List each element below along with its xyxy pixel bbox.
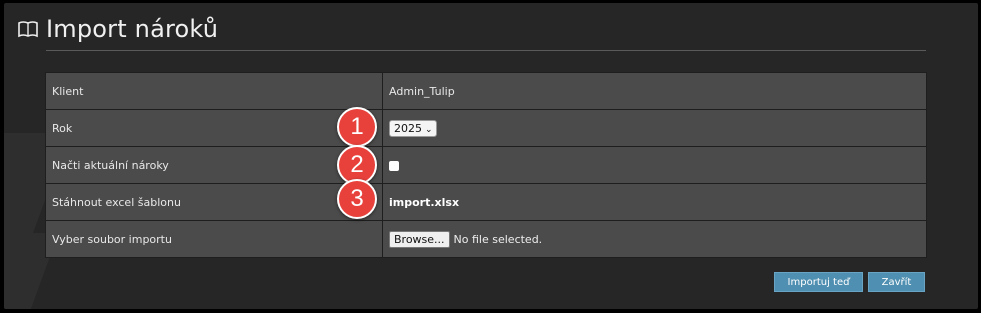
year-select[interactable]: 2025 ⌄ (389, 119, 437, 137)
dialog-window: Import nároků Klient Admin_Tulip Rok 202… (4, 3, 978, 309)
year-select-value: 2025 (394, 121, 422, 135)
load-current-cell (382, 146, 927, 184)
client-value: Admin_Tulip (382, 72, 927, 110)
browse-button[interactable]: Browse... (389, 230, 450, 248)
page-title: Import nároků (46, 15, 219, 43)
table-row: Rok 2025 ⌄ (45, 109, 927, 147)
import-form-table: Klient Admin_Tulip Rok 2025 ⌄ Načti aktuá… (45, 72, 927, 258)
template-download-link[interactable]: import.xlsx (389, 196, 459, 209)
table-row: Vyber soubor importu Browse... No file se… (45, 220, 927, 258)
year-cell: 2025 ⌄ (382, 109, 927, 147)
book-icon (18, 21, 38, 38)
step-marker-3: 3 (337, 179, 377, 219)
chevron-down-icon: ⌄ (425, 124, 433, 135)
file-status-text: No file selected. (453, 232, 543, 246)
divider (46, 50, 926, 51)
download-cell: import.xlsx (382, 183, 927, 221)
row-label-select-file: Vyber soubor importu (45, 220, 383, 258)
page-header: Import nároků (18, 15, 218, 43)
row-label-year: Rok (45, 109, 383, 147)
row-label-load-current: Načti aktuální nároky (45, 146, 383, 184)
import-button[interactable]: Importuj teď (774, 272, 863, 292)
close-button[interactable]: Zavřít (868, 272, 925, 292)
file-cell: Browse... No file selected. (382, 220, 927, 258)
step-marker-1: 1 (337, 107, 377, 147)
load-current-checkbox[interactable] (389, 160, 399, 171)
table-row: Stáhnout excel šablonu import.xlsx (45, 183, 927, 221)
table-row: Načti aktuální nároky (45, 146, 927, 184)
row-label-download-template: Stáhnout excel šablonu (45, 183, 383, 221)
table-row: Klient Admin_Tulip (45, 72, 927, 110)
row-label-client: Klient (45, 72, 383, 110)
